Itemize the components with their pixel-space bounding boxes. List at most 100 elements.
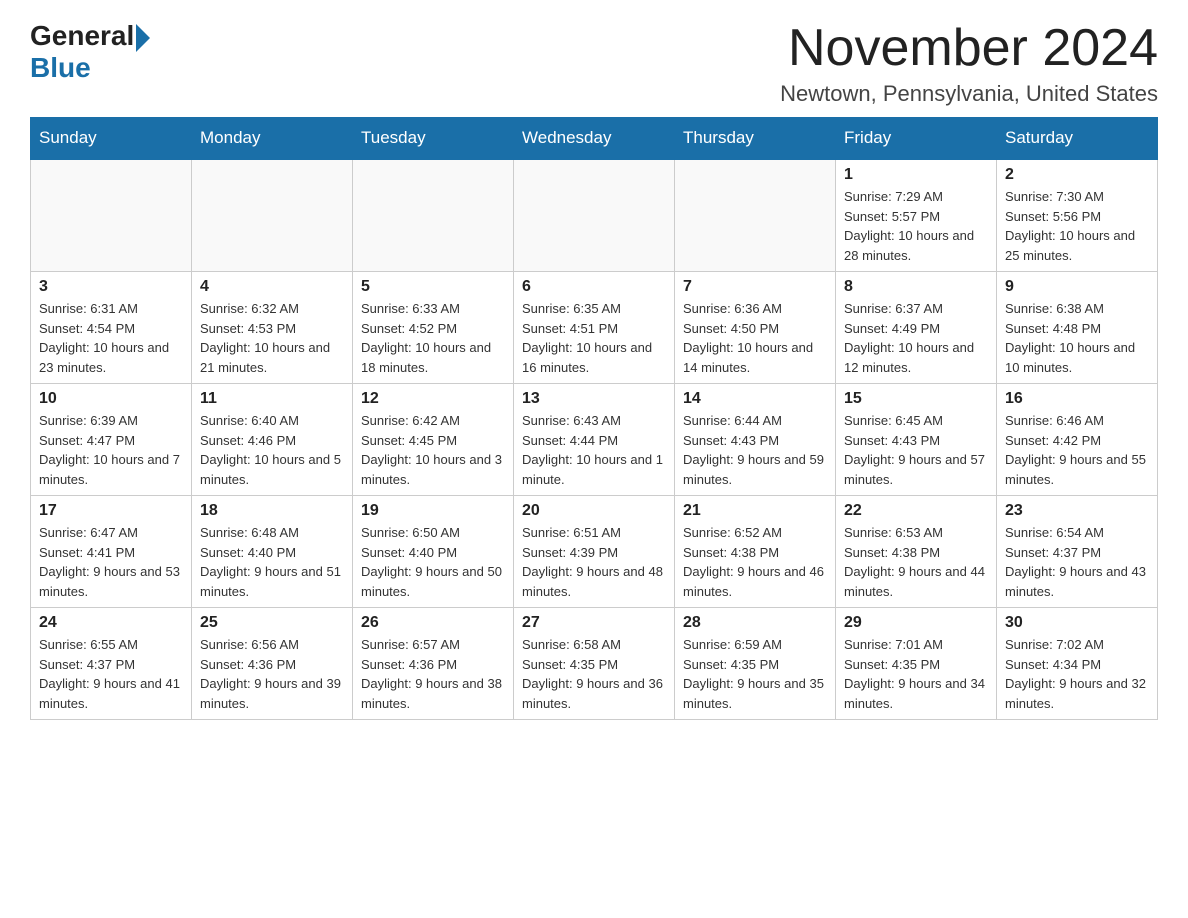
day-info: Sunrise: 6:53 AMSunset: 4:38 PMDaylight:… bbox=[844, 523, 988, 601]
calendar-cell bbox=[353, 159, 514, 272]
day-number: 28 bbox=[683, 614, 827, 632]
day-info: Sunrise: 6:40 AMSunset: 4:46 PMDaylight:… bbox=[200, 411, 344, 489]
day-number: 10 bbox=[39, 390, 183, 408]
day-number: 29 bbox=[844, 614, 988, 632]
day-info: Sunrise: 6:33 AMSunset: 4:52 PMDaylight:… bbox=[361, 299, 505, 377]
day-info: Sunrise: 7:01 AMSunset: 4:35 PMDaylight:… bbox=[844, 635, 988, 713]
day-number: 25 bbox=[200, 614, 344, 632]
day-number: 1 bbox=[844, 166, 988, 184]
calendar-cell: 8 Sunrise: 6:37 AMSunset: 4:49 PMDaylight… bbox=[836, 272, 997, 384]
day-info: Sunrise: 7:29 AMSunset: 5:57 PMDaylight:… bbox=[844, 187, 988, 265]
day-number: 2 bbox=[1005, 166, 1149, 184]
day-number: 4 bbox=[200, 278, 344, 296]
logo-arrow-icon bbox=[136, 24, 150, 52]
day-info: Sunrise: 6:47 AMSunset: 4:41 PMDaylight:… bbox=[39, 523, 183, 601]
day-number: 6 bbox=[522, 278, 666, 296]
weekday-header-sunday: Sunday bbox=[31, 118, 192, 160]
day-number: 9 bbox=[1005, 278, 1149, 296]
calendar-cell: 1 Sunrise: 7:29 AMSunset: 5:57 PMDaylight… bbox=[836, 159, 997, 272]
calendar-cell: 2Sunrise: 7:30 AMSunset: 5:56 PMDaylight… bbox=[997, 159, 1158, 272]
day-number: 12 bbox=[361, 390, 505, 408]
logo-blue: Blue bbox=[30, 52, 91, 84]
calendar-cell: 22 Sunrise: 6:53 AMSunset: 4:38 PMDayligh… bbox=[836, 496, 997, 608]
calendar-cell: 28 Sunrise: 6:59 AMSunset: 4:35 PMDayligh… bbox=[675, 608, 836, 720]
calendar-cell: 6 Sunrise: 6:35 AMSunset: 4:51 PMDaylight… bbox=[514, 272, 675, 384]
day-number: 22 bbox=[844, 502, 988, 520]
day-number: 21 bbox=[683, 502, 827, 520]
day-number: 20 bbox=[522, 502, 666, 520]
weekday-header-wednesday: Wednesday bbox=[514, 118, 675, 160]
day-number: 16 bbox=[1005, 390, 1149, 408]
day-info: Sunrise: 6:55 AMSunset: 4:37 PMDaylight:… bbox=[39, 635, 183, 713]
calendar-cell bbox=[31, 159, 192, 272]
calendar-week-row: 1 Sunrise: 7:29 AMSunset: 5:57 PMDaylight… bbox=[31, 159, 1158, 272]
calendar-cell: 10 Sunrise: 6:39 AMSunset: 4:47 PMDayligh… bbox=[31, 384, 192, 496]
calendar-week-row: 24 Sunrise: 6:55 AMSunset: 4:37 PMDayligh… bbox=[31, 608, 1158, 720]
weekday-header-monday: Monday bbox=[192, 118, 353, 160]
calendar-cell: 27 Sunrise: 6:58 AMSunset: 4:35 PMDayligh… bbox=[514, 608, 675, 720]
calendar-cell: 14 Sunrise: 6:44 AMSunset: 4:43 PMDayligh… bbox=[675, 384, 836, 496]
location: Newtown, Pennsylvania, United States bbox=[780, 81, 1158, 107]
day-info: Sunrise: 6:31 AMSunset: 4:54 PMDaylight:… bbox=[39, 299, 183, 377]
day-info: Sunrise: 6:50 AMSunset: 4:40 PMDaylight:… bbox=[361, 523, 505, 601]
day-number: 7 bbox=[683, 278, 827, 296]
weekday-header-friday: Friday bbox=[836, 118, 997, 160]
day-number: 18 bbox=[200, 502, 344, 520]
day-number: 8 bbox=[844, 278, 988, 296]
calendar-cell: 9 Sunrise: 6:38 AMSunset: 4:48 PMDaylight… bbox=[997, 272, 1158, 384]
calendar-cell bbox=[192, 159, 353, 272]
day-number: 23 bbox=[1005, 502, 1149, 520]
logo: General Blue bbox=[30, 20, 150, 84]
calendar-cell bbox=[675, 159, 836, 272]
calendar-cell: 18Sunrise: 6:48 AMSunset: 4:40 PMDayligh… bbox=[192, 496, 353, 608]
day-number: 5 bbox=[361, 278, 505, 296]
weekday-header-saturday: Saturday bbox=[997, 118, 1158, 160]
calendar-week-row: 10 Sunrise: 6:39 AMSunset: 4:47 PMDayligh… bbox=[31, 384, 1158, 496]
calendar-cell: 16 Sunrise: 6:46 AMSunset: 4:42 PMDayligh… bbox=[997, 384, 1158, 496]
day-info: Sunrise: 6:59 AMSunset: 4:35 PMDaylight:… bbox=[683, 635, 827, 713]
day-info: Sunrise: 6:37 AMSunset: 4:49 PMDaylight:… bbox=[844, 299, 988, 377]
calendar-cell: 30 Sunrise: 7:02 AMSunset: 4:34 PMDayligh… bbox=[997, 608, 1158, 720]
day-number: 30 bbox=[1005, 614, 1149, 632]
day-info: Sunrise: 6:44 AMSunset: 4:43 PMDaylight:… bbox=[683, 411, 827, 489]
calendar-cell: 24 Sunrise: 6:55 AMSunset: 4:37 PMDayligh… bbox=[31, 608, 192, 720]
day-info: Sunrise: 6:45 AMSunset: 4:43 PMDaylight:… bbox=[844, 411, 988, 489]
calendar-cell: 26Sunrise: 6:57 AMSunset: 4:36 PMDayligh… bbox=[353, 608, 514, 720]
calendar-cell: 7Sunrise: 6:36 AMSunset: 4:50 PMDaylight… bbox=[675, 272, 836, 384]
day-info: Sunrise: 6:39 AMSunset: 4:47 PMDaylight:… bbox=[39, 411, 183, 489]
calendar-cell: 23Sunrise: 6:54 AMSunset: 4:37 PMDayligh… bbox=[997, 496, 1158, 608]
day-info: Sunrise: 6:57 AMSunset: 4:36 PMDaylight:… bbox=[361, 635, 505, 713]
month-title: November 2024 bbox=[780, 20, 1158, 77]
calendar-cell bbox=[514, 159, 675, 272]
day-number: 14 bbox=[683, 390, 827, 408]
day-info: Sunrise: 6:56 AMSunset: 4:36 PMDaylight:… bbox=[200, 635, 344, 713]
calendar-cell: 11 Sunrise: 6:40 AMSunset: 4:46 PMDayligh… bbox=[192, 384, 353, 496]
header: General Blue November 2024 Newtown, Penn… bbox=[30, 20, 1158, 107]
day-number: 15 bbox=[844, 390, 988, 408]
logo-general: General bbox=[30, 20, 134, 52]
day-info: Sunrise: 6:46 AMSunset: 4:42 PMDaylight:… bbox=[1005, 411, 1149, 489]
day-info: Sunrise: 6:32 AMSunset: 4:53 PMDaylight:… bbox=[200, 299, 344, 377]
calendar-cell: 19 Sunrise: 6:50 AMSunset: 4:40 PMDayligh… bbox=[353, 496, 514, 608]
calendar-cell: 15 Sunrise: 6:45 AMSunset: 4:43 PMDayligh… bbox=[836, 384, 997, 496]
day-info: Sunrise: 6:52 AMSunset: 4:38 PMDaylight:… bbox=[683, 523, 827, 601]
weekday-header-tuesday: Tuesday bbox=[353, 118, 514, 160]
day-number: 17 bbox=[39, 502, 183, 520]
calendar-week-row: 3Sunrise: 6:31 AMSunset: 4:54 PMDaylight… bbox=[31, 272, 1158, 384]
day-info: Sunrise: 7:02 AMSunset: 4:34 PMDaylight:… bbox=[1005, 635, 1149, 713]
day-info: Sunrise: 6:38 AMSunset: 4:48 PMDaylight:… bbox=[1005, 299, 1149, 377]
calendar-header-row: SundayMondayTuesdayWednesdayThursdayFrid… bbox=[31, 118, 1158, 160]
day-number: 24 bbox=[39, 614, 183, 632]
day-number: 19 bbox=[361, 502, 505, 520]
calendar-cell: 21 Sunrise: 6:52 AMSunset: 4:38 PMDayligh… bbox=[675, 496, 836, 608]
weekday-header-thursday: Thursday bbox=[675, 118, 836, 160]
day-info: Sunrise: 6:58 AMSunset: 4:35 PMDaylight:… bbox=[522, 635, 666, 713]
calendar-cell: 20 Sunrise: 6:51 AMSunset: 4:39 PMDayligh… bbox=[514, 496, 675, 608]
calendar-cell: 12Sunrise: 6:42 AMSunset: 4:45 PMDayligh… bbox=[353, 384, 514, 496]
calendar: SundayMondayTuesdayWednesdayThursdayFrid… bbox=[30, 117, 1158, 720]
calendar-cell: 13Sunrise: 6:43 AMSunset: 4:44 PMDayligh… bbox=[514, 384, 675, 496]
day-number: 27 bbox=[522, 614, 666, 632]
day-info: Sunrise: 6:35 AMSunset: 4:51 PMDaylight:… bbox=[522, 299, 666, 377]
day-number: 11 bbox=[200, 390, 344, 408]
day-info: Sunrise: 6:51 AMSunset: 4:39 PMDaylight:… bbox=[522, 523, 666, 601]
